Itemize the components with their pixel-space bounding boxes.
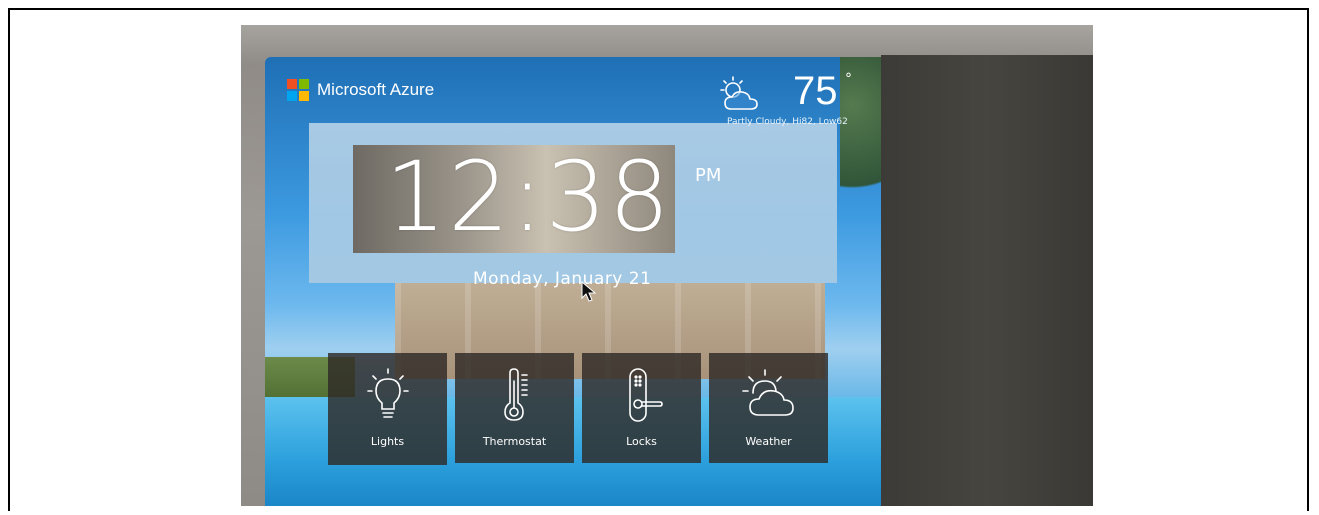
device-side-panel bbox=[881, 55, 1093, 506]
weather-summary[interactable]: 75 ° Partly Cloudy, Hi82, Low62 bbox=[715, 69, 875, 131]
mouse-cursor-icon bbox=[581, 281, 597, 302]
door-lock-icon bbox=[628, 368, 663, 422]
degree-symbol: ° bbox=[845, 71, 852, 87]
tile-label: Lights bbox=[370, 435, 405, 448]
tile-label: Weather bbox=[745, 435, 792, 448]
temperature: 75 bbox=[793, 69, 838, 113]
clock-time: 12:38 bbox=[385, 141, 672, 253]
weather-description: Partly Cloudy, Hi82, Low62 bbox=[727, 117, 848, 127]
tile-weather[interactable]: Weather bbox=[709, 353, 828, 463]
smart-home-screen: Microsoft Azure 75 ° Partly Cloudy, Hi82… bbox=[265, 57, 881, 506]
tile-label: Thermostat bbox=[482, 435, 547, 448]
lightbulb-icon bbox=[366, 368, 409, 418]
tile-lights[interactable]: Lights bbox=[328, 353, 447, 465]
tile-locks[interactable]: Locks bbox=[582, 353, 701, 463]
microsoft-logo-icon bbox=[287, 79, 309, 101]
partly-cloudy-icon bbox=[720, 76, 758, 110]
brand: Microsoft Azure bbox=[287, 79, 434, 101]
sun-cloud-icon bbox=[741, 369, 794, 416]
tile-thermostat[interactable]: Thermostat bbox=[455, 353, 574, 463]
tile-bar: Lights Thermostat Locks Weather bbox=[328, 353, 828, 465]
device-photo: Microsoft Azure 75 ° Partly Cloudy, Hi82… bbox=[241, 25, 1093, 506]
tile-label: Locks bbox=[626, 435, 657, 448]
brand-name: Microsoft Azure bbox=[317, 80, 435, 99]
clock-date: Monday, January 21 bbox=[473, 269, 652, 289]
clock-meridiem: PM bbox=[695, 165, 722, 186]
thermometer-icon bbox=[503, 368, 528, 421]
